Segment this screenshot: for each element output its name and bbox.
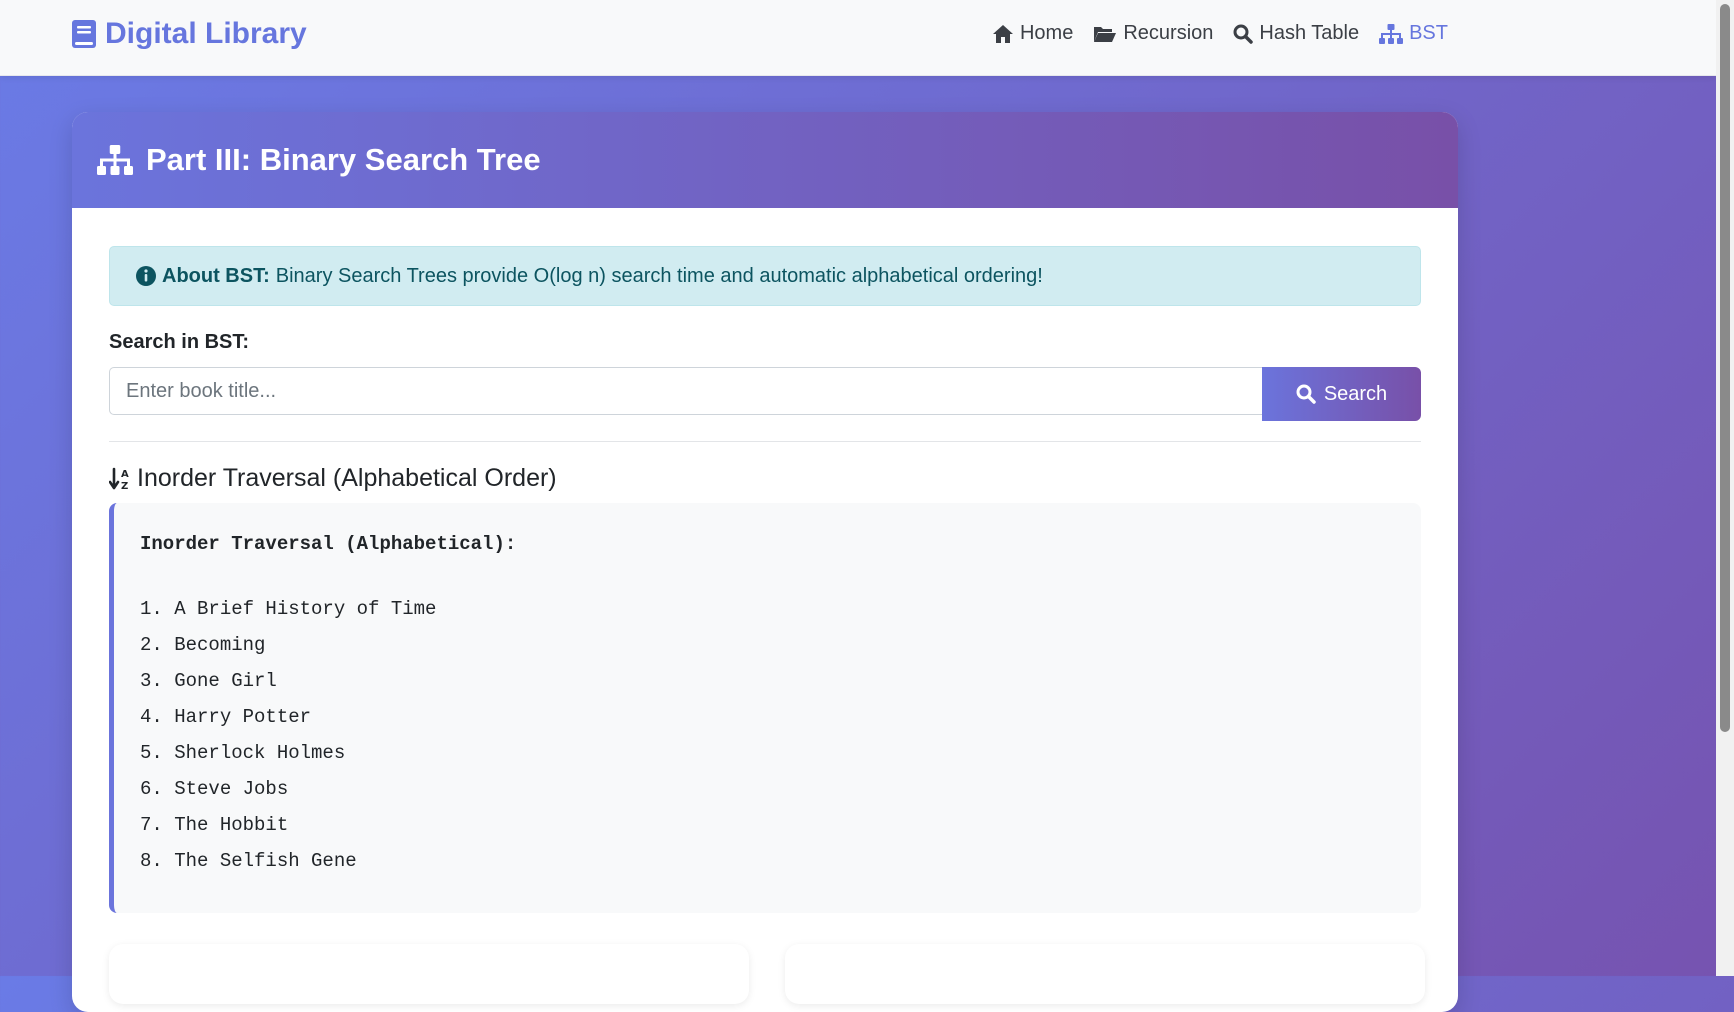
svg-text:Z: Z <box>121 481 128 491</box>
nav-label-home: Home <box>1019 22 1074 44</box>
nav-item-recursion[interactable]: Recursion <box>1093 22 1213 45</box>
list-item: 6. Steve Jobs <box>140 778 289 800</box>
list-item: 1. A Brief History of Time <box>140 598 437 620</box>
search-button-label: Search <box>1323 382 1388 405</box>
nav-label-bst: BST <box>1409 22 1448 44</box>
scrollbar[interactable] <box>1716 0 1734 976</box>
list-item: 7. The Hobbit <box>140 814 289 836</box>
search-icon <box>1233 24 1254 44</box>
search-button[interactable]: Search <box>1262 367 1421 421</box>
list-item: 4. Harry Potter <box>140 706 312 728</box>
book-icon <box>71 19 97 49</box>
search-label: Search in BST: <box>109 331 250 353</box>
brand-title: Digital Library <box>105 17 307 50</box>
brand-link[interactable]: Digital Library <box>71 17 307 51</box>
nav-item-hash-table[interactable]: Hash Table <box>1233 22 1359 45</box>
nav-item-bst[interactable]: BST <box>1379 22 1448 45</box>
navbar: Digital Library Home Recursion Hash Tabl… <box>0 0 1716 76</box>
card-body: About BST: Binary Search Trees provide O… <box>72 208 1458 913</box>
sitemap-icon <box>1379 23 1404 44</box>
list-item: 5. Sherlock Holmes <box>140 742 346 764</box>
card-header: Part III: Binary Search Tree <box>72 112 1458 208</box>
list-item: 2. Becoming <box>140 634 266 656</box>
bst-card: Part III: Binary Search Tree About BST: … <box>72 112 1458 1012</box>
inorder-section-title: AZ Inorder Traversal (Alphabetical Order… <box>109 464 1421 493</box>
home-icon <box>992 24 1014 44</box>
traversal-heading: Inorder Traversal (Alphabetical): <box>140 533 517 555</box>
nav-label-hash-table: Hash Table <box>1259 22 1360 44</box>
sort-alpha-down-icon: AZ <box>109 467 131 491</box>
nav-label-recursion: Recursion <box>1123 22 1214 44</box>
alert-strong: About BST: <box>162 264 270 287</box>
nav-item-home[interactable]: Home <box>992 22 1073 45</box>
stat-card-left <box>109 944 749 1004</box>
list-item: 3. Gone Girl <box>140 670 277 692</box>
search-icon <box>1296 384 1316 404</box>
search-row: Search <box>109 367 1421 421</box>
folder-open-icon <box>1093 24 1117 44</box>
info-circle-icon <box>136 266 156 286</box>
stat-card-right <box>785 944 1425 1004</box>
divider <box>109 441 1421 442</box>
inorder-section-title-text: Inorder Traversal (Alphabetical Order) <box>137 464 557 492</box>
traversal-output: Inorder Traversal (Alphabetical): 1. A B… <box>109 503 1421 913</box>
search-input[interactable] <box>109 367 1262 415</box>
svg-text:A: A <box>121 469 129 480</box>
main-nav: Home Recursion Hash Table BST <box>992 22 1448 45</box>
page-title: Part III: Binary Search Tree <box>146 142 541 177</box>
traversal-list: 1. A Brief History of Time 2. Becoming 3… <box>140 591 1395 879</box>
sitemap-icon <box>96 145 134 175</box>
about-alert: About BST: Binary Search Trees provide O… <box>109 246 1421 306</box>
list-item: 8. The Selfish Gene <box>140 850 357 872</box>
alert-text: Binary Search Trees provide O(log n) sea… <box>275 264 1043 287</box>
scrollbar-thumb[interactable] <box>1720 4 1730 732</box>
